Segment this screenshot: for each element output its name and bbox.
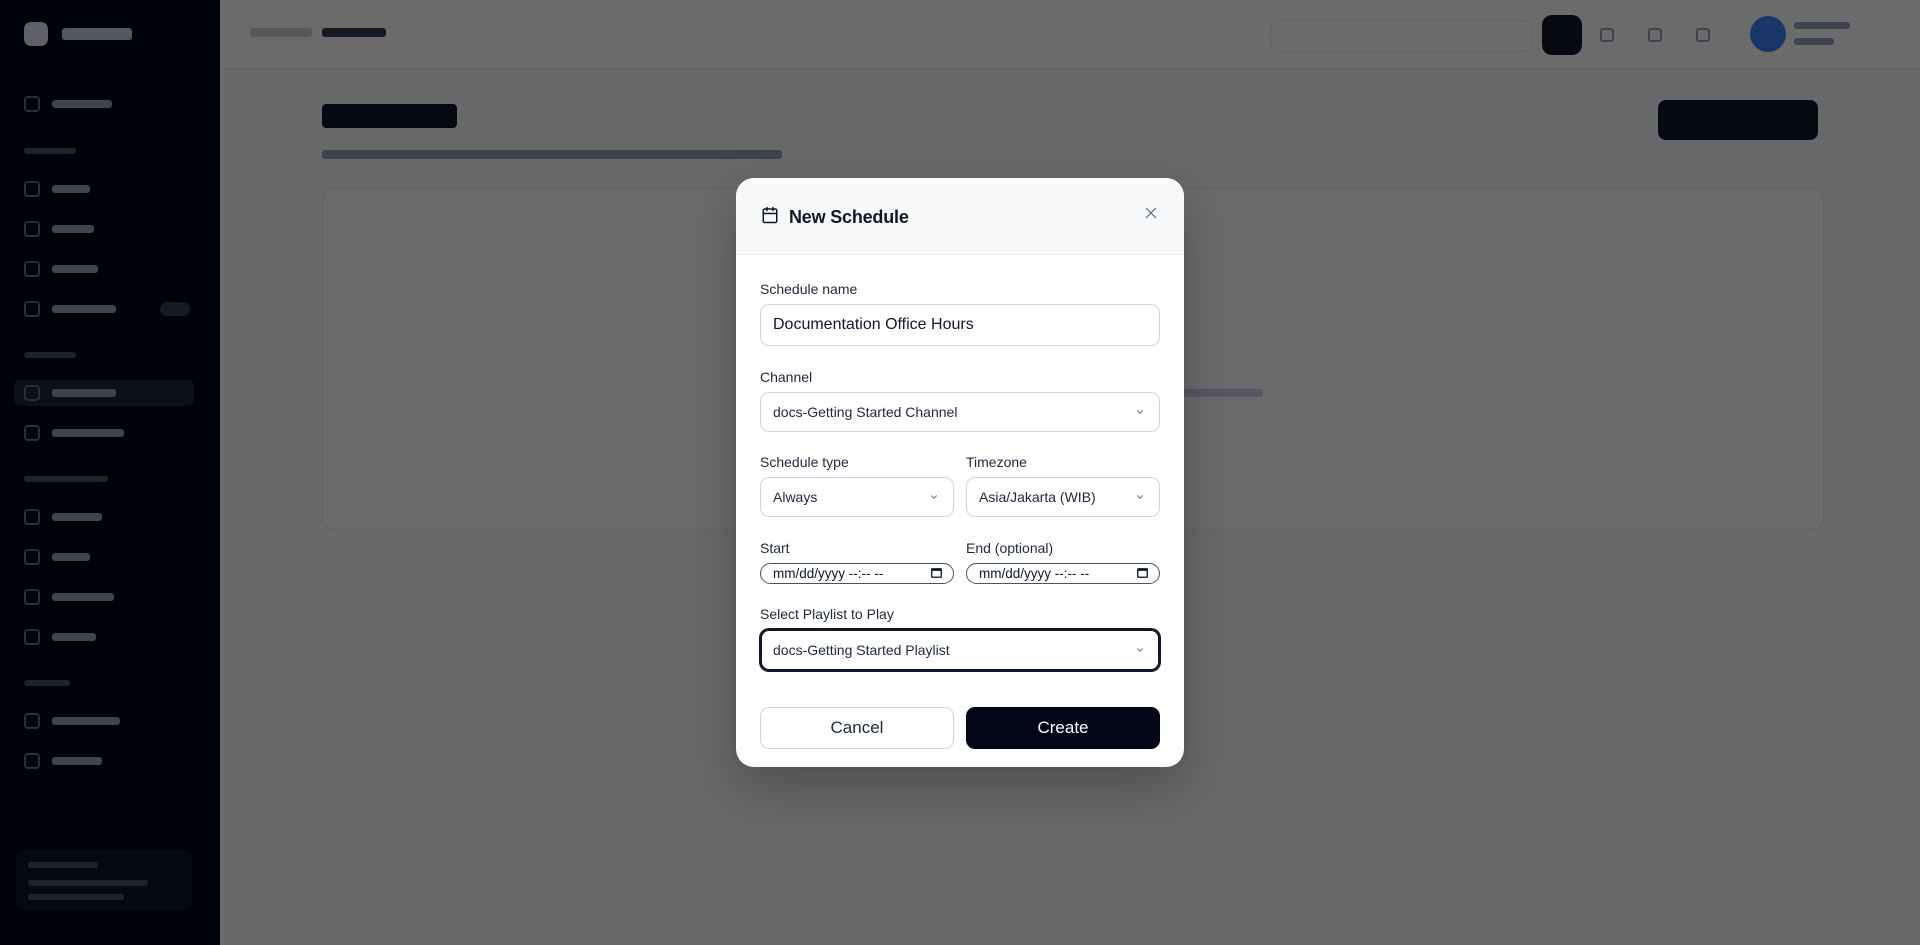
- playlist-label: Select Playlist to Play: [760, 606, 894, 622]
- dialog-title: New Schedule: [789, 207, 909, 227]
- schedule-type-group: Schedule type Always: [760, 454, 954, 517]
- calendar-icon[interactable]: [1136, 566, 1149, 582]
- end-datetime-input[interactable]: mm/dd/yyyy --:-- --: [966, 563, 1160, 584]
- close-button[interactable]: [1140, 204, 1162, 226]
- dialog-header: New Schedule: [736, 178, 1184, 255]
- timezone-select[interactable]: Asia/Jakarta (WIB): [966, 477, 1160, 517]
- schedule-type-select[interactable]: Always: [760, 477, 954, 517]
- type-timezone-row: Schedule type Always Timezone Asia/Jakar…: [760, 454, 1160, 517]
- chevron-down-icon: [1135, 491, 1147, 503]
- channel-select[interactable]: docs-Getting Started Channel: [760, 392, 1160, 432]
- dialog-body: Schedule name Channel docs-Getting Start…: [736, 255, 1184, 749]
- start-end-row: Start mm/dd/yyyy --:-- -- End (optional)…: [760, 540, 1160, 584]
- end-group: End (optional) mm/dd/yyyy --:-- --: [966, 540, 1160, 584]
- timezone-value: Asia/Jakarta (WIB): [979, 489, 1096, 505]
- end-placeholder: mm/dd/yyyy --:-- --: [979, 566, 1090, 581]
- start-group: Start mm/dd/yyyy --:-- --: [760, 540, 954, 584]
- cancel-button[interactable]: Cancel: [760, 707, 954, 749]
- end-label: End (optional): [966, 540, 1054, 556]
- close-icon: [1143, 205, 1159, 226]
- timezone-group: Timezone Asia/Jakarta (WIB): [966, 454, 1160, 517]
- start-datetime-input[interactable]: mm/dd/yyyy --:-- --: [760, 563, 954, 584]
- schedule-type-label: Schedule type: [760, 454, 849, 470]
- dialog-actions: Cancel Create: [760, 707, 1160, 749]
- new-schedule-dialog: New Schedule Schedule name Channel docs-…: [736, 178, 1184, 767]
- create-button[interactable]: Create: [966, 707, 1160, 749]
- calendar-icon: [761, 206, 779, 229]
- start-label: Start: [760, 540, 790, 556]
- channel-select-value: docs-Getting Started Channel: [773, 404, 958, 420]
- channel-label: Channel: [760, 369, 813, 385]
- chevron-down-icon: [1135, 644, 1147, 656]
- playlist-select[interactable]: docs-Getting Started Playlist: [760, 629, 1160, 671]
- timezone-label: Timezone: [966, 454, 1027, 470]
- calendar-icon[interactable]: [930, 566, 943, 582]
- schedule-name-label: Schedule name: [760, 281, 858, 297]
- start-placeholder: mm/dd/yyyy --:-- --: [773, 566, 884, 581]
- chevron-down-icon: [1135, 406, 1147, 418]
- dialog-title-group: New Schedule: [761, 206, 909, 229]
- playlist-select-value: docs-Getting Started Playlist: [773, 642, 950, 658]
- schedule-type-value: Always: [773, 489, 818, 505]
- schedule-name-input[interactable]: [760, 304, 1160, 346]
- chevron-down-icon: [929, 491, 941, 503]
